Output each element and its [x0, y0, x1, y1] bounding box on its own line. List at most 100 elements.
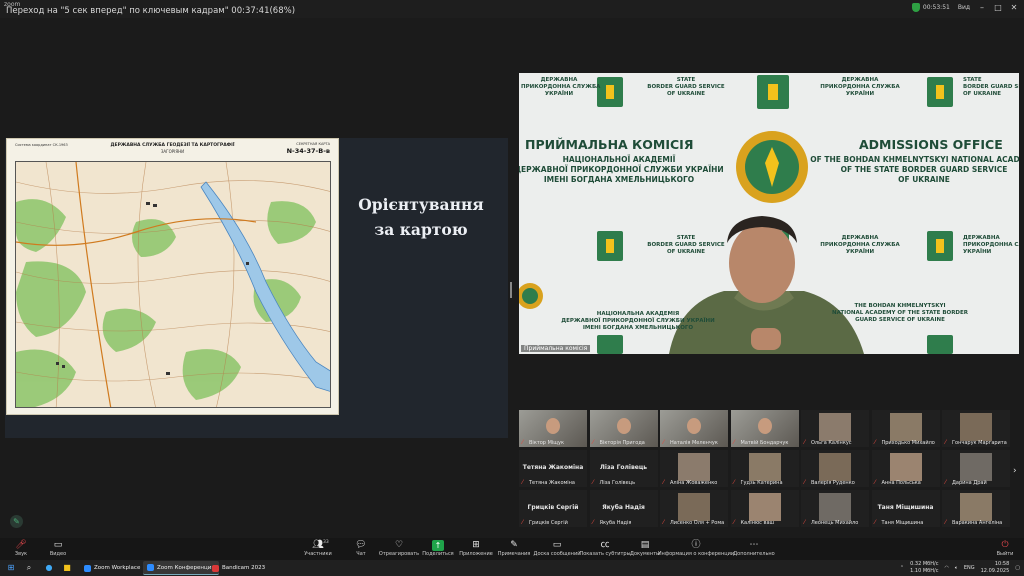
participant-tile[interactable]: ⁄ Матвій Бондарчук	[730, 410, 799, 447]
people-icon: 👥︎	[312, 540, 324, 550]
participant-tile[interactable]: ⁄ Валерія Руденко	[801, 450, 869, 487]
more-label: Дополнительно	[733, 551, 775, 557]
participant-avatar	[819, 453, 851, 481]
clock[interactable]: 10:58 12.09.2025	[981, 561, 1010, 574]
slide-title: Орієнтування за картою	[345, 192, 497, 242]
mic-muted-icon: ⁄	[945, 439, 947, 446]
edge-browser-icon[interactable]: ●	[44, 563, 54, 573]
participant-tile[interactable]: ⁄ Калінюс ваш	[730, 490, 799, 527]
file-explorer-icon[interactable]: ■	[62, 563, 72, 573]
mic-muted-icon: ⁄	[945, 479, 947, 486]
participant-tile[interactable]: Якуба Надія ⁄ Якуба Надія	[589, 490, 658, 527]
participant-name-text: Вікторія Пригода	[599, 440, 645, 446]
mic-muted-icon: ⁄	[592, 479, 594, 486]
participant-display-name: Ліза Голівець	[599, 464, 648, 471]
volume-icon[interactable]: 🔈︎	[955, 565, 958, 571]
mic-muted-icon: ⁄	[804, 479, 806, 486]
participant-tile[interactable]: ⁄ Лисенко Оля + Рома	[660, 490, 728, 527]
wifi-icon[interactable]: ◠	[944, 565, 948, 571]
participant-tile[interactable]: ⁄ Анна Польська	[871, 450, 940, 487]
minimize-button[interactable]: –	[978, 3, 986, 12]
net-down: 1.10 МбН/с	[910, 567, 939, 574]
participant-tile[interactable]: ⁄ Варакина Ангеліна	[942, 490, 1010, 527]
participant-tile[interactable]: Таня Міщишина ⁄ Таня Міщишина	[871, 490, 940, 527]
more-button[interactable]: ⋯ Дополнительно	[729, 540, 779, 557]
participant-tile[interactable]: ⁄ Леонець Михайло	[801, 490, 869, 527]
bg-academy-ua-small: НАЦІОНАЛЬНА АКАДЕМІЯ ДЕРЖАВНОЇ ПРИКОРДОНН…	[561, 311, 715, 331]
view-button[interactable]: Вид	[958, 4, 970, 11]
participant-tile[interactable]: ⁄ Аліна Жоваженко	[660, 450, 728, 487]
search-icon[interactable]: ⌕	[24, 563, 34, 573]
participant-face	[687, 418, 702, 434]
participant-tile[interactable]: ⁄ Дарина Драй	[942, 450, 1010, 487]
heart-icon: ♡	[394, 540, 404, 550]
notifications-icon[interactable]: ▢	[1015, 565, 1020, 571]
participant-tile[interactable]: ⁄ Гудзь Катерина	[730, 450, 799, 487]
bg-sbgs-en-3: STATE BORDER GUARD SERVICE OF UKRAINE	[647, 235, 725, 255]
app-icon	[212, 564, 219, 572]
participant-tile[interactable]: Грицків Сергій ⁄ Грицків Сергій	[519, 490, 587, 527]
taskbar-app[interactable]: Bandicam 2023	[208, 561, 269, 575]
mic-muted-icon: ⁄	[522, 479, 524, 486]
windows-taskbar: ⊞ ⌕ ● ■ Zoom Workplace Zoom Конференция Ba…	[0, 560, 1024, 576]
language-indicator[interactable]: ENG	[964, 565, 975, 571]
taskbar-app-label: Zoom Workplace	[94, 565, 141, 571]
docs-label: Документы	[630, 551, 660, 557]
mic-muted-icon: ⁄	[522, 519, 524, 526]
meeting-timer[interactable]: 00:53:51	[911, 3, 950, 12]
video-label: Видео	[49, 551, 67, 557]
chevron-up-icon[interactable]: ⌃	[900, 565, 904, 571]
chevron-right-icon[interactable]: ›	[1013, 466, 1017, 476]
participant-tile[interactable]: ⁄ Наталія Меленчук	[660, 410, 728, 447]
meeting-info-button[interactable]: ⓘ Информация о конференции	[658, 540, 734, 557]
active-speaker-video[interactable]: ДЕРЖАВНА ПРИКОРДОННА СЛУЖБА УКРАЇНИ STATE B…	[519, 73, 1019, 354]
participant-name-text: Віктор Міщук	[529, 440, 564, 446]
participant-tile[interactable]: ⁄ Вікторія Пригода	[589, 410, 658, 447]
split-view-handle[interactable]	[510, 282, 512, 298]
mic-muted-icon: ⁄	[945, 519, 947, 526]
presentation-slide: Система координат СК-1963 СЕКРЕТНАЯ КАРТ…	[5, 138, 508, 438]
participants-label: Участники	[304, 551, 332, 557]
share-arrow-icon: ↑	[432, 540, 444, 551]
participant-tile[interactable]: ⁄ Віктор Міщук	[519, 410, 587, 447]
mic-muted-icon: ⁄	[663, 439, 665, 446]
video-button[interactable]: ▭ Видео	[33, 540, 83, 557]
windows-start-icon[interactable]: ⊞	[6, 563, 16, 573]
leave-button[interactable]: ⏻ Выйти	[980, 540, 1024, 557]
participant-name: ⁄ Наталія Меленчук	[663, 439, 718, 447]
maximize-button[interactable]: □	[994, 3, 1002, 12]
participant-tile[interactable]: ⁄ Гончарук Маргарита	[942, 410, 1010, 447]
leave-icon: ⏻	[1001, 540, 1009, 550]
participant-count: 33	[323, 540, 329, 545]
participant-name-text: Наталія Меленчук	[670, 440, 718, 446]
participant-tile[interactable]: ⁄ Ольга Калінкус	[801, 410, 869, 447]
shield-icon	[911, 3, 920, 12]
participant-tile[interactable]: Ліза Голівець ⁄ Ліза Голівець	[589, 450, 658, 487]
more-dots-icon: ⋯	[749, 540, 759, 550]
participant-tile[interactable]: ⁄ Приходько Михайло	[871, 410, 940, 447]
participant-name-text: Якуба Надія	[599, 520, 632, 526]
participant-avatar	[748, 493, 781, 521]
participant-name: ⁄ Віктор Міщук	[522, 440, 564, 447]
participant-name-text: Аліна Жоваженко	[670, 480, 718, 486]
clock-date: 12.09.2025	[980, 567, 1010, 574]
participant-name: ⁄ Аліна Жоваженко	[663, 480, 718, 487]
bg-sbgs-en-1: STATE BORDER GUARD SERVICE OF UKRAINE	[647, 77, 725, 97]
mic-muted-icon: ⁄	[874, 519, 876, 526]
participant-avatar	[678, 493, 710, 521]
participant-tile[interactable]: Тетяна Жакоміна ⁄ Тетяна Жакоміна	[519, 450, 587, 487]
playback-hint: Переход на "5 сек вперед" по ключевым ка…	[6, 6, 296, 16]
timer-text: 00:53:51	[922, 4, 950, 11]
participant-face	[757, 418, 772, 434]
close-button[interactable]: ✕	[1010, 3, 1018, 12]
participant-name: ⁄ Валерія Руденко	[804, 479, 855, 487]
whiteboard-button[interactable]: ▭ Доска сообщений	[532, 540, 582, 557]
participant-name-text: Ольга Калінкус	[811, 440, 852, 446]
taskbar-app[interactable]: Zoom Workplace	[80, 561, 144, 575]
whiteboard-label: Доска сообщений	[533, 551, 581, 557]
annotate-icon[interactable]: ✎	[10, 515, 23, 528]
apps-icon: ⊞	[472, 540, 480, 550]
bg-academy-en: OF THE BOHDAN KHMELNYTSKYI NATIONAL ACAD…	[810, 155, 1019, 184]
mic-muted-icon: 🎤︎	[15, 540, 27, 550]
participant-name: ⁄ Таня Міщишина	[874, 519, 924, 527]
